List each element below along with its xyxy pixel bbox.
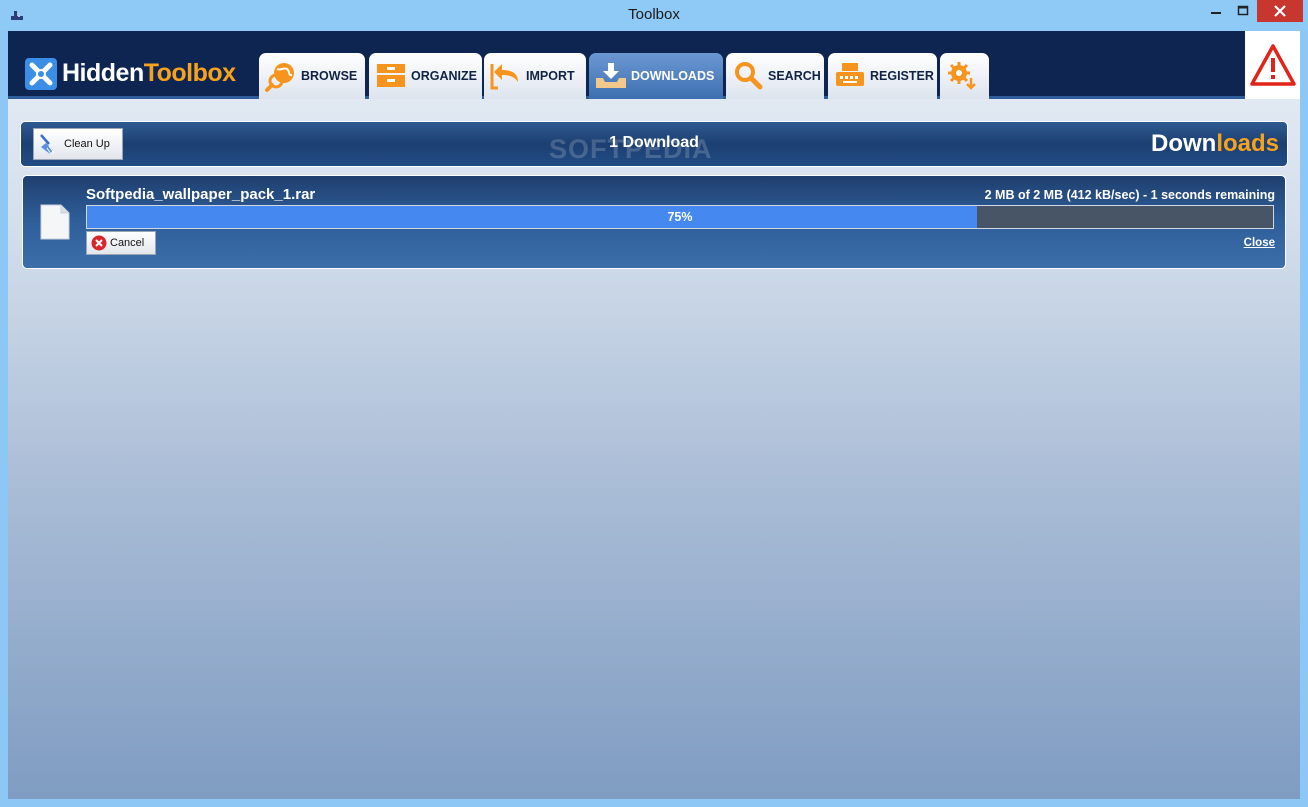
close-link[interactable]: Close xyxy=(1244,237,1275,249)
tab-search[interactable]: SEARCH xyxy=(726,53,824,99)
app-header: HiddenToolbox BROWSE ORGANIZE IMPORT DOW… xyxy=(8,31,1300,99)
cancel-button[interactable]: Cancel xyxy=(86,231,156,255)
cancel-icon xyxy=(91,235,107,251)
file-icon xyxy=(40,204,70,240)
tab-register[interactable]: REGISTER xyxy=(828,53,937,99)
import-arrow-icon xyxy=(490,64,518,90)
cancel-label: Cancel xyxy=(110,237,145,249)
tab-browse[interactable]: BROWSE xyxy=(259,53,365,99)
hidden-toolbox-logo-icon xyxy=(25,58,57,90)
magnifier-icon xyxy=(735,62,763,90)
progress-label: 75% xyxy=(667,210,693,224)
download-count: 1 Download xyxy=(609,134,699,151)
progress-bar: 75% xyxy=(86,205,1274,229)
app-frame: HiddenToolbox BROWSE ORGANIZE IMPORT DOW… xyxy=(8,31,1300,799)
close-window-button[interactable] xyxy=(1257,0,1303,22)
tab-browse-label: BROWSE xyxy=(301,69,358,83)
gears-icon xyxy=(948,62,976,90)
download-status: 2 MB of 2 MB (412 kB/sec) - 1 seconds re… xyxy=(984,188,1275,202)
panel-title: Downloads xyxy=(1150,130,1279,157)
globe-search-icon xyxy=(265,63,294,92)
download-item: Softpedia_wallpaper_pack_1.rar 2 MB of 2… xyxy=(22,175,1286,269)
tab-import-label: IMPORT xyxy=(526,69,575,83)
maximize-button[interactable] xyxy=(1230,0,1256,22)
brand-name: HiddenToolbox xyxy=(62,59,236,87)
maximize-icon xyxy=(1237,5,1249,16)
title-bar: Toolbox xyxy=(0,0,1308,31)
tab-import[interactable]: IMPORT xyxy=(484,53,586,99)
tab-downloads-label: DOWNLOADS xyxy=(631,69,715,83)
tab-downloads[interactable]: DOWNLOADS xyxy=(589,53,723,99)
tab-organize[interactable]: ORGANIZE xyxy=(369,53,482,99)
file-name: Softpedia_wallpaper_pack_1.rar xyxy=(86,186,316,203)
downloads-toolbar: Clean Up SOFTPEDIA 1 Download Downloads xyxy=(20,121,1288,167)
warning-icon xyxy=(1250,44,1296,86)
alert-button[interactable] xyxy=(1245,31,1300,99)
close-icon xyxy=(1274,5,1286,17)
tab-organize-label: ORGANIZE xyxy=(411,69,477,83)
download-tray-icon xyxy=(596,63,626,88)
window-title: Toolbox xyxy=(628,6,680,23)
minimize-button[interactable] xyxy=(1202,0,1230,22)
tab-settings[interactable] xyxy=(940,53,989,99)
tab-register-label: REGISTER xyxy=(870,69,934,83)
tab-search-label: SEARCH xyxy=(768,69,821,83)
cabinet-icon xyxy=(377,64,405,87)
minimize-icon xyxy=(1211,12,1221,14)
typewriter-icon xyxy=(836,63,864,86)
